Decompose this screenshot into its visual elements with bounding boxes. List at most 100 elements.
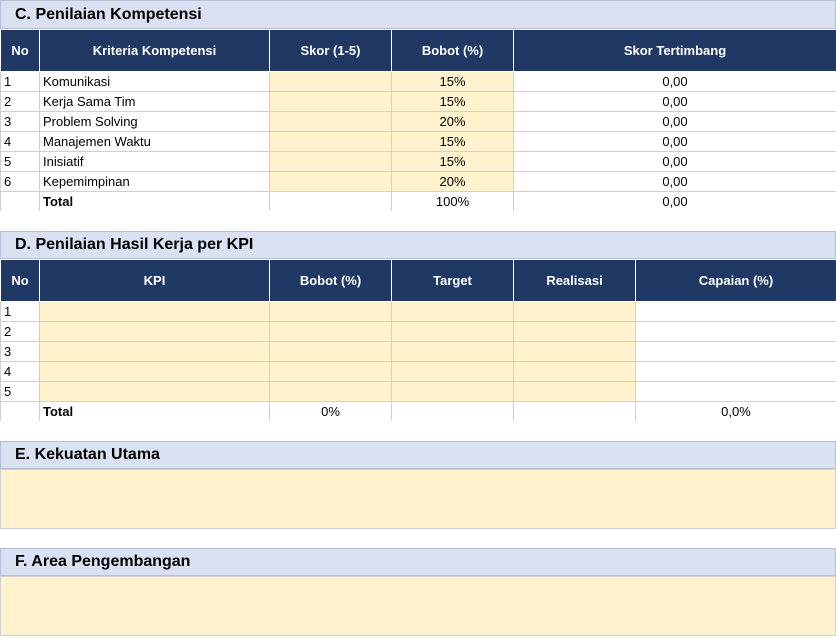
- kriteria-cell: Inisiatif: [39, 151, 270, 172]
- kriteria-cell: Problem Solving: [39, 111, 270, 132]
- col-header-kpi: KPI: [39, 259, 270, 302]
- tertimbang-cell: 0,00: [513, 111, 836, 132]
- bobot-input-cell[interactable]: [269, 361, 392, 382]
- kekuatan-utama-input[interactable]: [0, 469, 836, 529]
- realisasi-input-cell[interactable]: [513, 341, 636, 362]
- capaian-cell: [635, 341, 836, 362]
- col-header-target: Target: [391, 259, 514, 302]
- row-no: 1: [0, 301, 40, 322]
- col-header-capaian: Capaian (%): [635, 259, 836, 302]
- row-no: 5: [0, 381, 40, 402]
- total-row: Total 0% 0,0%: [0, 401, 836, 422]
- total-tertimbang: 0,00: [513, 191, 836, 212]
- table-row: 4 Manajemen Waktu 15% 0,00: [0, 131, 836, 152]
- table-row: 3 Problem Solving 20% 0,00: [0, 111, 836, 132]
- row-no: 4: [0, 361, 40, 382]
- bobot-input-cell[interactable]: 20%: [391, 111, 514, 132]
- kriteria-cell: Kerja Sama Tim: [39, 91, 270, 112]
- col-header-tertimbang: Skor Tertimbang: [513, 29, 836, 72]
- competency-table: No Kriteria Kompetensi Skor (1-5) Bobot …: [0, 29, 836, 212]
- table-row: 3: [0, 341, 836, 362]
- kriteria-cell: Manajemen Waktu: [39, 131, 270, 152]
- kpi-header-row: No KPI Bobot (%) Target Realisasi Capaia…: [0, 259, 836, 302]
- bobot-input-cell[interactable]: 15%: [391, 71, 514, 92]
- spacer-row: [0, 211, 836, 232]
- section-d-title-text: D. Penilaian Hasil Kerja per KPI: [15, 236, 254, 253]
- col-header-bobot: Bobot (%): [391, 29, 514, 72]
- kpi-input-cell[interactable]: [39, 341, 270, 362]
- row-no: 2: [0, 91, 40, 112]
- target-input-cell[interactable]: [391, 321, 514, 342]
- bobot-input-cell[interactable]: [269, 381, 392, 402]
- realisasi-input-cell[interactable]: [513, 381, 636, 402]
- col-header-kriteria: Kriteria Kompetensi: [39, 29, 270, 72]
- total-label: Total: [39, 401, 270, 422]
- target-input-cell[interactable]: [391, 361, 514, 382]
- capaian-cell: [635, 381, 836, 402]
- target-input-cell[interactable]: [391, 381, 514, 402]
- kpi-input-cell[interactable]: [39, 381, 270, 402]
- spacer-row: [0, 421, 836, 442]
- section-e-title-text: E. Kekuatan Utama: [15, 446, 160, 463]
- table-row: 2 Kerja Sama Tim 15% 0,00: [0, 91, 836, 112]
- skor-input-cell[interactable]: [269, 171, 392, 192]
- realisasi-input-cell[interactable]: [513, 321, 636, 342]
- table-row: 5 Inisiatif 15% 0,00: [0, 151, 836, 172]
- target-input-cell[interactable]: [391, 301, 514, 322]
- table-row: 4: [0, 361, 836, 382]
- table-row: 1 Komunikasi 15% 0,00: [0, 71, 836, 92]
- col-header-no: No: [0, 29, 40, 72]
- tertimbang-cell: 0,00: [513, 71, 836, 92]
- skor-input-cell[interactable]: [269, 151, 392, 172]
- bobot-input-cell[interactable]: 15%: [391, 131, 514, 152]
- competency-header-row: No Kriteria Kompetensi Skor (1-5) Bobot …: [0, 29, 836, 72]
- capaian-cell: [635, 301, 836, 322]
- skor-input-cell[interactable]: [269, 131, 392, 152]
- total-no-cell: [0, 401, 40, 422]
- bobot-input-cell[interactable]: 15%: [391, 151, 514, 172]
- total-skor-cell: [269, 191, 392, 212]
- col-header-realisasi: Realisasi: [513, 259, 636, 302]
- kpi-input-cell[interactable]: [39, 321, 270, 342]
- tertimbang-cell: 0,00: [513, 91, 836, 112]
- table-row: 5: [0, 381, 836, 402]
- spreadsheet: C. Penilaian Kompetensi No Kriteria Komp…: [0, 0, 836, 642]
- table-row: 1: [0, 301, 836, 322]
- row-no: 2: [0, 321, 40, 342]
- total-realisasi-cell: [513, 401, 636, 422]
- realisasi-input-cell[interactable]: [513, 361, 636, 382]
- row-no: 3: [0, 341, 40, 362]
- skor-input-cell[interactable]: [269, 71, 392, 92]
- col-header-no: No: [0, 259, 40, 302]
- kriteria-cell: Komunikasi: [39, 71, 270, 92]
- row-no: 5: [0, 151, 40, 172]
- bobot-input-cell[interactable]: [269, 301, 392, 322]
- bobot-input-cell[interactable]: [269, 341, 392, 362]
- total-row: Total 100% 0,00: [0, 191, 836, 212]
- bobot-input-cell[interactable]: [269, 321, 392, 342]
- kpi-input-cell[interactable]: [39, 301, 270, 322]
- kriteria-cell: Kepemimpinan: [39, 171, 270, 192]
- section-e-title: E. Kekuatan Utama: [0, 441, 836, 469]
- capaian-cell: [635, 321, 836, 342]
- kpi-table: No KPI Bobot (%) Target Realisasi Capaia…: [0, 259, 836, 422]
- bobot-input-cell[interactable]: 20%: [391, 171, 514, 192]
- row-no: 4: [0, 131, 40, 152]
- table-row: 6 Kepemimpinan 20% 0,00: [0, 171, 836, 192]
- total-label: Total: [39, 191, 270, 212]
- skor-input-cell[interactable]: [269, 111, 392, 132]
- tertimbang-cell: 0,00: [513, 131, 836, 152]
- skor-input-cell[interactable]: [269, 91, 392, 112]
- spacer-row: [0, 529, 836, 549]
- realisasi-input-cell[interactable]: [513, 301, 636, 322]
- total-capaian: 0,0%: [635, 401, 836, 422]
- row-no: 6: [0, 171, 40, 192]
- section-d-title: D. Penilaian Hasil Kerja per KPI: [0, 231, 836, 259]
- section-f-title-text: F. Area Pengembangan: [15, 553, 191, 570]
- area-pengembangan-input[interactable]: [0, 576, 836, 636]
- total-bobot: 0%: [269, 401, 392, 422]
- target-input-cell[interactable]: [391, 341, 514, 362]
- kpi-input-cell[interactable]: [39, 361, 270, 382]
- section-c-title: C. Penilaian Kompetensi: [0, 0, 836, 29]
- bobot-input-cell[interactable]: 15%: [391, 91, 514, 112]
